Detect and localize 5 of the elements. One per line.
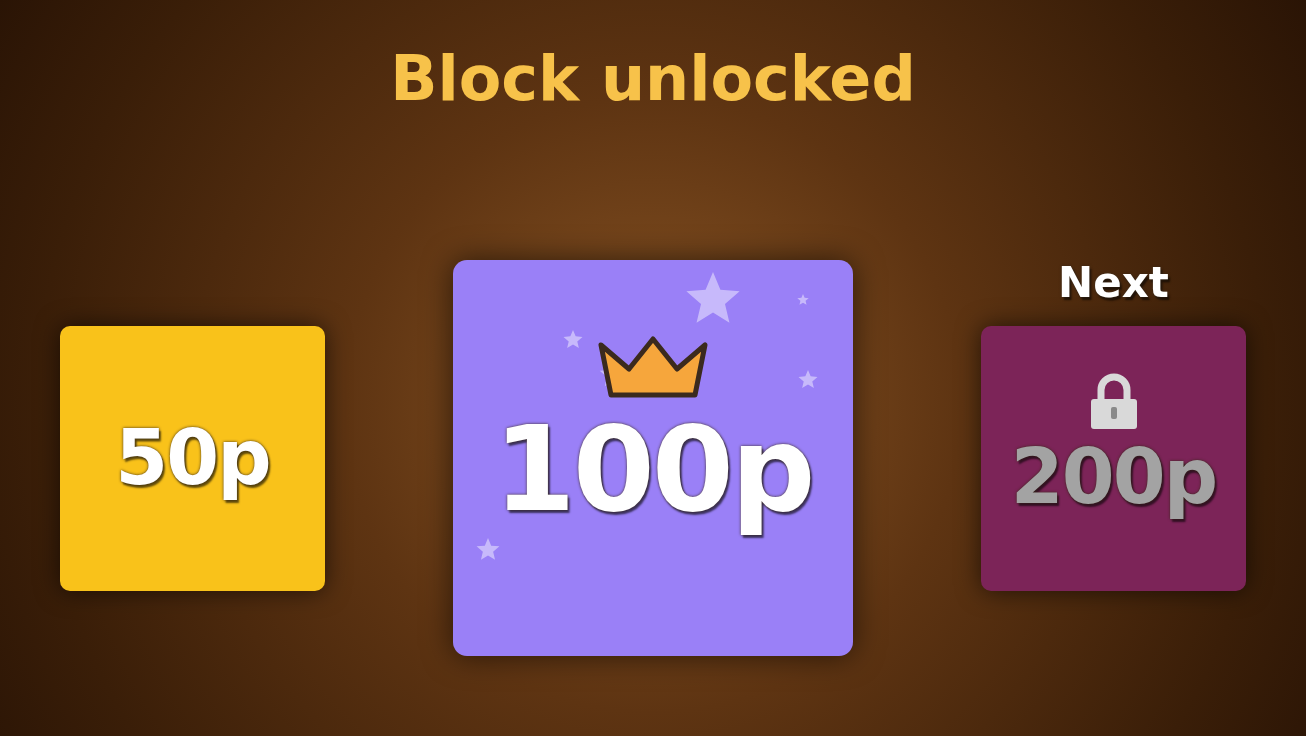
next-caption: Next xyxy=(1057,261,1170,304)
block-value: 50p xyxy=(115,412,270,504)
block-value: 100p xyxy=(493,399,813,541)
screen-title: Block unlocked xyxy=(390,48,916,110)
block-value: 200p xyxy=(1010,431,1217,523)
